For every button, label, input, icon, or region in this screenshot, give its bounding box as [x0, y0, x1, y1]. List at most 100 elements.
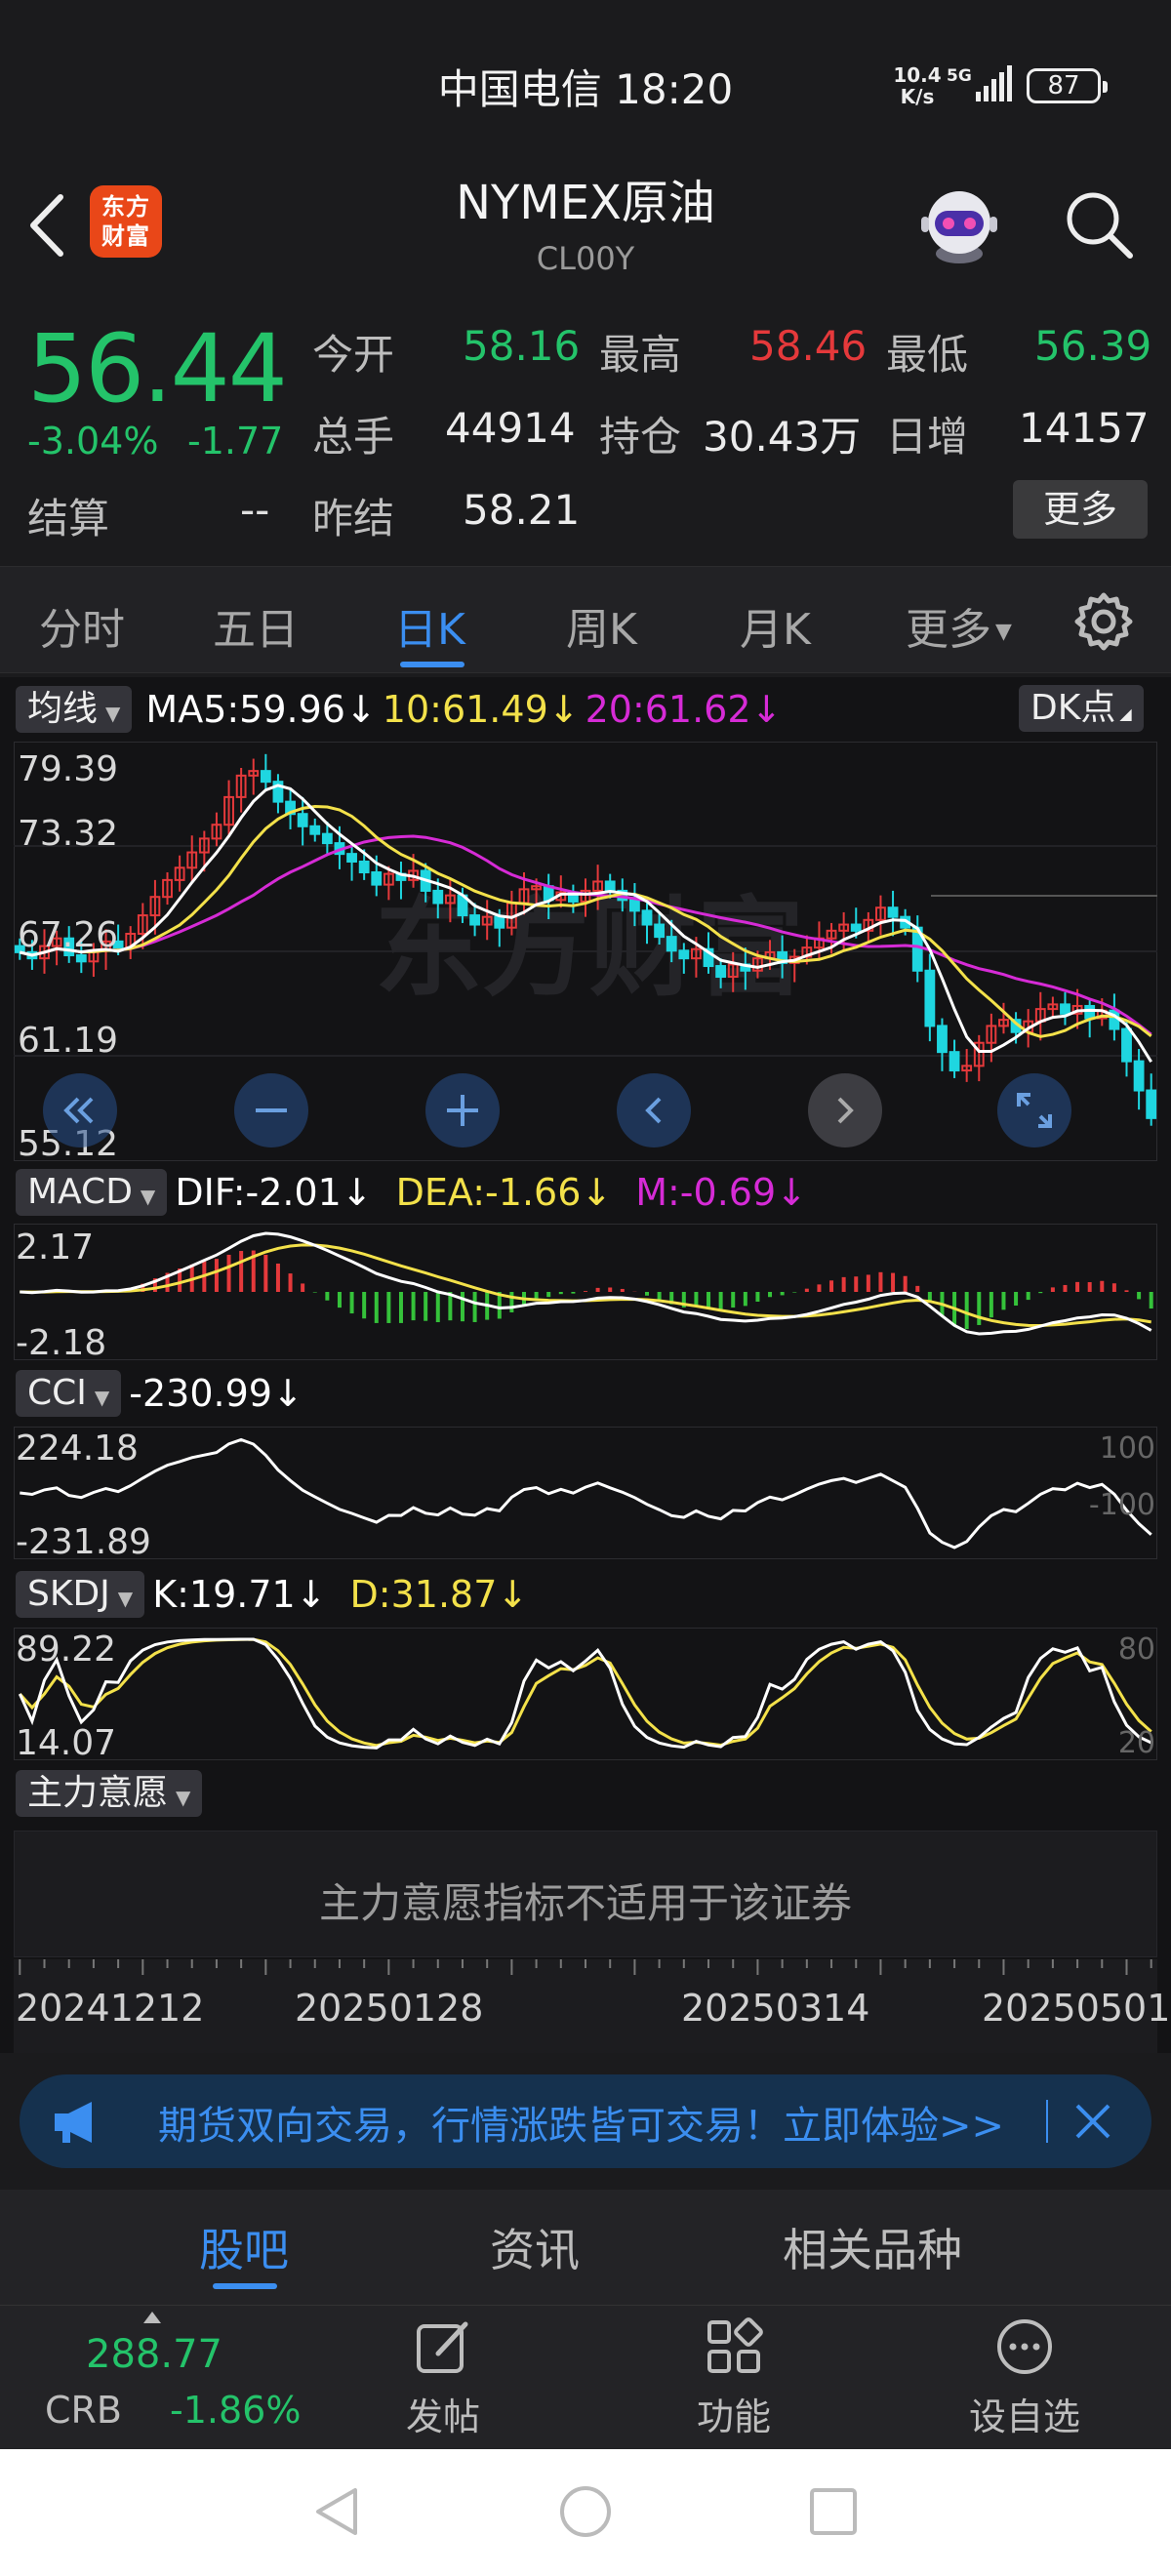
scroll-left-fast-button[interactable] — [43, 1073, 117, 1147]
dif-value: DIF:-2.01↓ — [175, 1171, 373, 1214]
edit-icon — [417, 2321, 468, 2373]
candle-body — [75, 954, 87, 963]
plus-icon — [447, 1095, 478, 1126]
dk-point-button[interactable]: DK点 ◢ — [1019, 685, 1144, 732]
m-value: M:-0.69↓ — [635, 1171, 807, 1214]
date-label-2: 20250128 — [295, 1987, 484, 2030]
change-percent: -3.04% — [27, 420, 159, 463]
price-tick-4: 61.19 — [18, 1021, 118, 1061]
settle-value: -- — [240, 486, 270, 534]
functions-label: 功能 — [696, 2395, 771, 2438]
more-quote-button[interactable]: 更多 — [1013, 480, 1148, 539]
high-label: 最高 — [599, 331, 682, 379]
ma20-value: 20:61.62↓ — [585, 688, 783, 731]
low-label: 最低 — [886, 331, 969, 379]
candle-body — [887, 906, 899, 918]
tab-weekly-k[interactable]: 周K — [566, 594, 637, 657]
price-tick-3: 67.26 — [18, 915, 118, 955]
caret-down-icon: ▼ — [176, 1786, 191, 1809]
candle-body — [1146, 1089, 1157, 1119]
scroll-right-button[interactable] — [808, 1073, 882, 1147]
daily-increase-value: 14157 — [1019, 404, 1150, 452]
macd-chart: 2.17 -2.18 — [14, 1224, 1157, 1360]
candle-body — [494, 915, 505, 929]
high-value: 58.46 — [749, 322, 868, 370]
candle-body — [715, 965, 727, 979]
skdj-legend: SKDJ ▼ K:19.71↓ D:31.87↓ — [16, 1571, 528, 1618]
date-label-1: 20241212 — [16, 1987, 205, 2030]
date-ticks — [19, 1959, 1152, 1975]
candle-body — [666, 936, 677, 952]
candle-body — [1133, 1060, 1145, 1092]
post-button[interactable]: 发帖 — [365, 2314, 521, 2440]
robot-assistant-icon[interactable] — [915, 180, 1003, 267]
caret-down-icon: ▼ — [140, 1185, 156, 1208]
cci-chart: 224.18 -231.89 100 -100 — [14, 1427, 1157, 1559]
settle-label: 结算 — [27, 495, 110, 543]
tab-more-periods[interactable]: 更多 ▼ — [906, 594, 1012, 657]
zlyy-panel: 主力意愿指标不适用于该证券 — [14, 1831, 1157, 1957]
battery-icon: 87 — [1027, 68, 1108, 103]
scroll-left-button[interactable] — [617, 1073, 691, 1147]
skdj-tick-top: 89.22 — [16, 1630, 116, 1670]
gear-icon[interactable] — [1071, 589, 1136, 654]
zlyy-selector[interactable]: 主力意愿 ▼ — [16, 1770, 203, 1817]
minus-icon — [256, 1108, 287, 1112]
zoom-out-button[interactable] — [234, 1073, 308, 1147]
zlyy-message: 主力意愿指标不适用于该证券 — [318, 1879, 852, 1927]
candle-body — [924, 969, 936, 1027]
zoom-in-button[interactable] — [425, 1073, 500, 1147]
tab-monthly-k[interactable]: 月K — [740, 594, 811, 657]
price-tick-1: 79.39 — [18, 749, 118, 789]
caret-down-icon: ▼ — [117, 1587, 134, 1610]
search-icon[interactable] — [1060, 185, 1138, 263]
tab-five-day[interactable]: 五日 — [213, 594, 299, 657]
net-speed-unit: K/s — [900, 85, 935, 108]
cci-value: -230.99↓ — [129, 1372, 303, 1415]
nav-back-icon[interactable] — [310, 2484, 365, 2539]
cci-tick-bottom: -231.89 — [16, 1522, 151, 1559]
add-watchlist-button[interactable]: 设自选 — [947, 2314, 1103, 2440]
cci-right-tick-bottom: -100 — [1089, 1488, 1155, 1522]
kline-chart[interactable]: 东方财富 79.39 73.32 67.26 61.19 55.12 — [14, 742, 1157, 1161]
candle-body — [641, 909, 653, 926]
open-interest-value: 30.43万 — [703, 413, 862, 461]
functions-button[interactable]: 功能 — [656, 2314, 812, 2440]
tab-intraday[interactable]: 分时 — [39, 594, 125, 657]
close-icon[interactable] — [1066, 2094, 1120, 2149]
cci-legend: CCI ▼ -230.99↓ — [16, 1370, 303, 1417]
promo-divider — [1046, 2100, 1048, 2143]
skdj-selector-label: SKDJ — [27, 1574, 110, 1614]
skdj-selector[interactable]: SKDJ ▼ — [16, 1571, 145, 1618]
skdj-chart: 89.22 14.07 80 20 — [14, 1628, 1157, 1760]
macd-tick-top: 2.17 — [16, 1228, 94, 1268]
candle-body — [297, 813, 308, 827]
open-interest-label: 持仓 — [599, 413, 682, 461]
grid-icon — [707, 2317, 763, 2373]
more-dots-icon — [997, 2319, 1052, 2374]
promo-banner[interactable]: 期货双向交易，行情涨跌皆可交易！立即体验>> — [20, 2074, 1151, 2168]
tab-news[interactable]: 资讯 — [490, 2215, 580, 2279]
cci-line — [20, 1437, 1152, 1550]
ma-selector[interactable]: 均线 ▼ — [16, 686, 133, 733]
date-axis: 20241212 20250128 20250314 20250501 — [14, 1959, 1170, 2053]
nav-recents-icon[interactable] — [808, 2486, 859, 2537]
tab-related[interactable]: 相关品种 — [783, 2215, 962, 2279]
caret-down-icon: ▼ — [105, 702, 121, 725]
date-label-3: 20250314 — [681, 1987, 870, 2030]
nav-home-icon[interactable] — [558, 2484, 613, 2539]
system-nav-bar — [0, 2449, 1171, 2576]
tab-daily-k[interactable]: 日K — [394, 594, 465, 657]
tab-guba[interactable]: 股吧 — [199, 2215, 289, 2279]
cci-selector[interactable]: CCI ▼ — [16, 1370, 122, 1417]
macd-selector[interactable]: MACD ▼ — [16, 1169, 168, 1216]
k-value: K:19.71↓ — [152, 1573, 327, 1616]
low-value: 56.39 — [1034, 322, 1152, 370]
caret-up-icon[interactable] — [142, 2311, 162, 2324]
fullscreen-button[interactable] — [997, 1073, 1071, 1147]
candle-body — [850, 923, 862, 932]
crb-value[interactable]: 288.77 — [86, 2332, 222, 2377]
cci-selector-label: CCI — [27, 1373, 87, 1413]
skdj-tick-bottom: 14.07 — [16, 1723, 116, 1760]
caret-down-icon: ▼ — [995, 620, 1012, 644]
